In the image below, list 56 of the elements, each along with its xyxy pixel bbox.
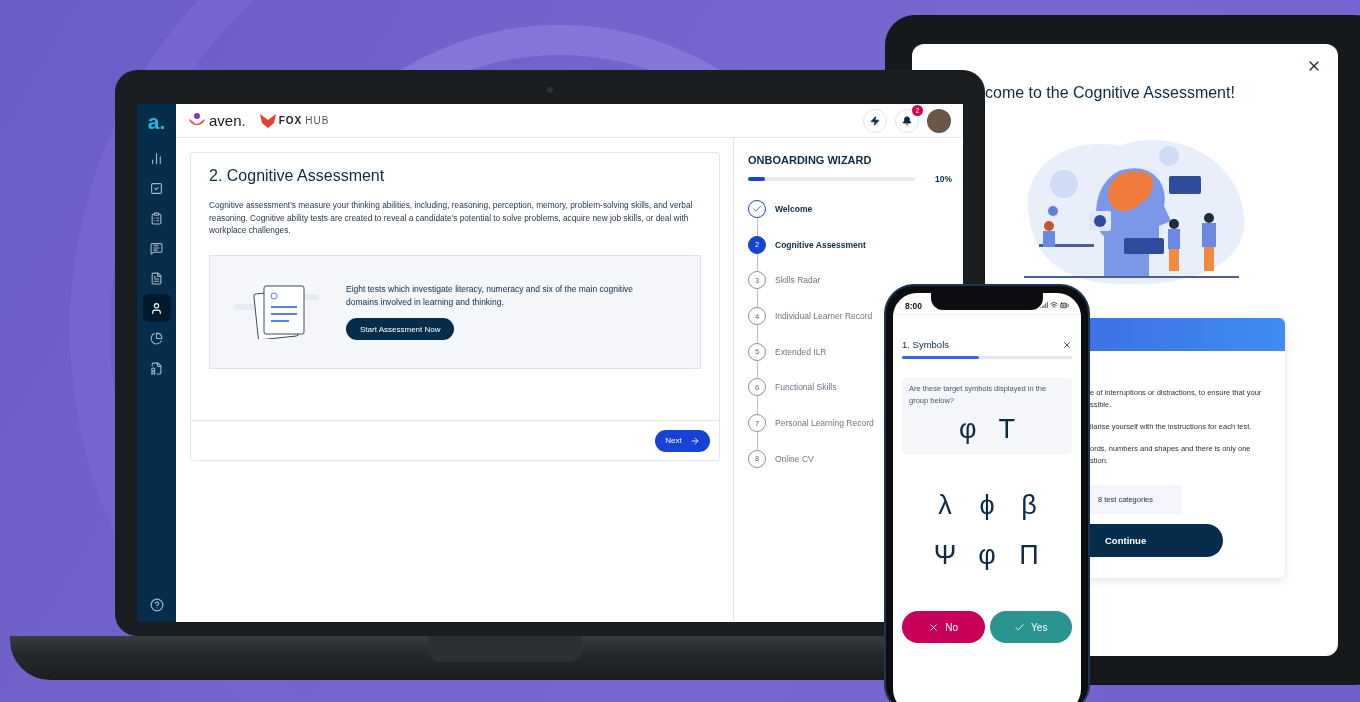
partner-name: FOX — [278, 115, 303, 126]
test-title: 1. Symbols — [902, 339, 949, 350]
card-description: Cognitive assessment's measure your thinking abilities, including, reasoning, perception, memory, problem-solving skills, and verbal reasoning. Cognitive ability tests are created to reveal a candidate's potential to solve problems, acquire new job skills, or deal with workplace challenges. — [209, 199, 694, 237]
symbol: β — [1021, 489, 1037, 522]
user-icon — [150, 301, 163, 315]
close-button[interactable] — [1062, 339, 1072, 350]
target-symbol: Τ — [998, 413, 1015, 446]
progress-percent: 10% — [935, 174, 952, 184]
signal-icon — [1040, 301, 1048, 309]
yes-button[interactable]: Yes — [989, 611, 1072, 643]
partner-name-suffix: HUB — [305, 115, 330, 126]
bar-chart-icon — [150, 151, 163, 165]
wifi-icon — [1050, 301, 1058, 309]
welcome-title: come to the Cognitive Assessment! — [985, 84, 1236, 102]
sidebar-item[interactable] — [142, 294, 171, 322]
lightning-button[interactable] — [863, 108, 887, 133]
status-time: 8:00 — [905, 300, 922, 311]
bell-icon — [902, 115, 912, 126]
target-symbol: φ — [959, 413, 977, 446]
symbol: Π — [1019, 539, 1039, 572]
app-logo: a. — [147, 110, 166, 135]
step-label[interactable]: Extended ILR — [775, 346, 827, 357]
step-label[interactable]: Skills Radar — [775, 275, 821, 286]
document-badge-icon — [150, 361, 163, 375]
brand-name: aven. — [209, 112, 246, 129]
check-icon — [1014, 621, 1026, 633]
info-text: Eight tests which investigate literacy, numeracy and six of the main cognitive domains involved in learning and thinking. — [346, 283, 635, 308]
no-button[interactable]: No — [902, 611, 985, 643]
chat-icon — [150, 241, 163, 255]
step-label[interactable]: Individual Learner Record — [775, 311, 873, 322]
symbol: φ — [978, 539, 996, 572]
arrow-right-icon — [689, 435, 700, 446]
card-title: 2. Cognitive Assessment — [209, 167, 386, 185]
step-label[interactable]: Personal Learning Record — [775, 418, 874, 429]
symbol: Ψ — [933, 539, 957, 572]
continue-button[interactable]: Continue — [1090, 524, 1223, 557]
help-button[interactable] — [149, 598, 164, 612]
check-icon — [752, 204, 762, 214]
fox-logo-icon — [259, 113, 276, 128]
battery-icon — [1060, 301, 1069, 310]
avatar[interactable] — [927, 108, 951, 133]
next-button[interactable]: Next — [655, 429, 710, 452]
document-icon — [150, 271, 163, 285]
step-label[interactable]: Online CV — [775, 453, 814, 464]
pie-chart-icon — [150, 331, 163, 345]
symbol: λ — [938, 489, 952, 522]
wizard-title: ONBOARDING WIZARD — [748, 154, 873, 166]
clipboard-icon — [150, 211, 163, 225]
checkbox-icon — [150, 181, 163, 195]
symbol: ϕ — [979, 489, 995, 522]
step-label[interactable]: Functional Skills — [775, 382, 837, 393]
cross-icon — [928, 621, 940, 633]
lightning-icon — [870, 115, 880, 126]
start-assessment-button[interactable]: Start Assessment Now — [346, 318, 455, 340]
step-label[interactable]: Welcome — [775, 204, 813, 214]
step-label[interactable]: Cognitive Assessment — [775, 239, 866, 250]
